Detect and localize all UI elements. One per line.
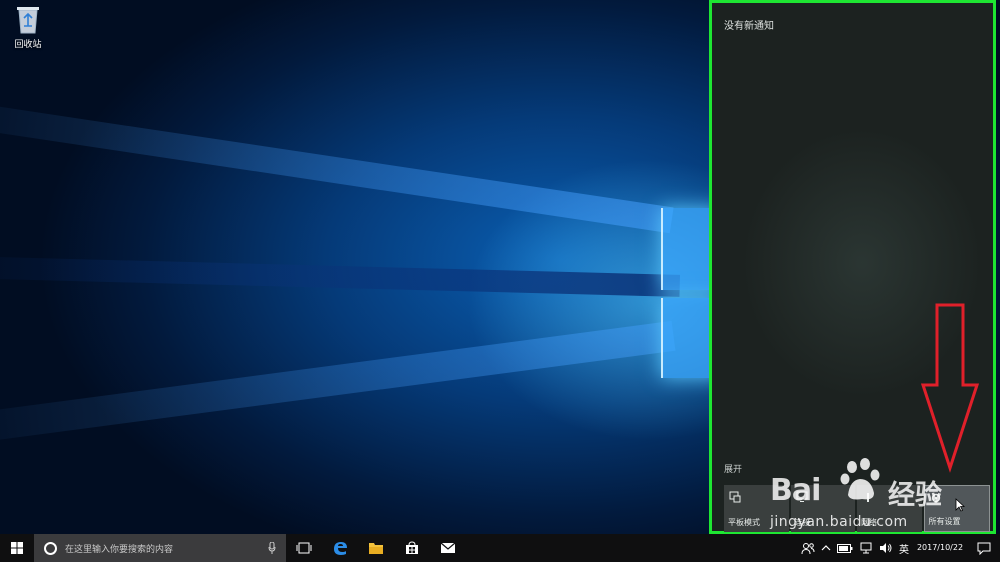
desktop-icon-recycle-bin[interactable]: 回收站 bbox=[8, 4, 48, 50]
taskbar: 在这里输入你要搜索的内容 英 2017/10/22 bbox=[0, 534, 1000, 562]
file-explorer-icon bbox=[369, 543, 383, 554]
action-center-button[interactable] bbox=[968, 534, 1000, 562]
quick-action-connect[interactable]: 连接 bbox=[790, 485, 855, 532]
taskbar-search-box[interactable]: 在这里输入你要搜索的内容 bbox=[34, 534, 286, 562]
wallpaper-light-beam bbox=[0, 255, 681, 297]
tablet-mode-icon bbox=[729, 491, 741, 503]
volume-button[interactable] bbox=[876, 534, 896, 562]
quick-actions-row: 平板模式 连接 网络 所有设置 bbox=[724, 485, 990, 532]
wallpaper-light-beam bbox=[0, 95, 674, 234]
edge-icon bbox=[334, 542, 347, 555]
file-explorer-taskbar-button[interactable] bbox=[358, 534, 394, 562]
people-button[interactable] bbox=[798, 534, 818, 562]
wallpaper-light-beam bbox=[0, 320, 676, 450]
network-wired-icon bbox=[860, 542, 872, 554]
windows-logo-icon bbox=[11, 542, 23, 554]
people-icon bbox=[801, 542, 815, 554]
notification-icon bbox=[977, 542, 991, 555]
mouse-cursor-icon bbox=[955, 498, 965, 512]
battery-icon bbox=[837, 543, 853, 553]
clock-date[interactable]: 2017/10/22 bbox=[912, 534, 968, 562]
annotation-down-arrow bbox=[920, 303, 980, 473]
task-view-icon bbox=[296, 542, 312, 554]
store-icon bbox=[406, 541, 418, 554]
mail-taskbar-button[interactable] bbox=[430, 534, 466, 562]
connect-icon bbox=[796, 491, 807, 502]
quick-action-network[interactable]: 网络 bbox=[857, 485, 922, 532]
desktop-icon-label: 回收站 bbox=[14, 40, 42, 50]
task-view-button[interactable] bbox=[286, 534, 322, 562]
edge-taskbar-button[interactable] bbox=[322, 534, 358, 562]
quick-action-label: 所有设置 bbox=[928, 517, 961, 526]
microphone-icon[interactable] bbox=[268, 542, 276, 554]
quick-action-label: 连接 bbox=[794, 518, 811, 527]
input-method-indicator[interactable]: 英 bbox=[896, 534, 912, 562]
quick-action-label: 平板模式 bbox=[728, 518, 760, 527]
network-tray-button[interactable] bbox=[856, 534, 876, 562]
chevron-up-icon bbox=[821, 545, 831, 551]
start-button[interactable] bbox=[0, 534, 34, 562]
network-icon bbox=[867, 493, 869, 502]
show-hidden-icons-button[interactable] bbox=[818, 534, 834, 562]
mail-icon bbox=[440, 542, 456, 553]
recycle-bin-icon bbox=[17, 7, 39, 34]
settings-icon bbox=[931, 493, 940, 503]
store-taskbar-button[interactable] bbox=[394, 534, 430, 562]
quick-action-label: 网络 bbox=[861, 518, 877, 527]
battery-button[interactable] bbox=[834, 534, 856, 562]
no-notifications-text: 没有新通知 bbox=[724, 21, 774, 32]
cortana-icon bbox=[44, 541, 57, 555]
system-tray: 英 2017/10/22 bbox=[798, 534, 1000, 562]
speaker-icon bbox=[880, 543, 892, 553]
quick-action-tablet-mode[interactable]: 平板模式 bbox=[724, 485, 789, 532]
search-placeholder: 在这里输入你要搜索的内容 bbox=[65, 544, 174, 555]
expand-button[interactable]: 展开 bbox=[724, 462, 742, 475]
